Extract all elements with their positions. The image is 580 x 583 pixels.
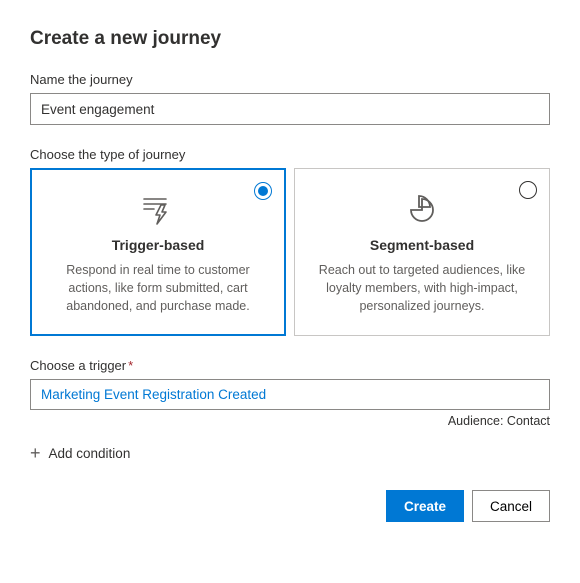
journey-name-input[interactable]	[30, 93, 550, 125]
radio-selected-icon	[254, 182, 272, 200]
audience-label: Audience: Contact	[30, 414, 550, 428]
trigger-field-block: Choose a trigger* Marketing Event Regist…	[30, 358, 550, 428]
journey-type-cards: Trigger-based Respond in real time to cu…	[30, 168, 550, 336]
name-label: Name the journey	[30, 72, 550, 87]
segment-based-card[interactable]: Segment-based Reach out to targeted audi…	[294, 168, 550, 336]
lightning-icon	[49, 193, 267, 227]
pie-chart-icon	[313, 193, 531, 227]
required-asterisk: *	[128, 358, 133, 373]
card-title-trigger: Trigger-based	[49, 237, 267, 253]
add-condition-label: Add condition	[49, 446, 131, 461]
trigger-label: Choose a trigger*	[30, 358, 550, 373]
type-label: Choose the type of journey	[30, 147, 550, 162]
card-desc-trigger: Respond in real time to customer actions…	[49, 261, 267, 315]
cancel-button[interactable]: Cancel	[472, 490, 550, 522]
name-field-block: Name the journey	[30, 72, 550, 125]
page-title: Create a new journey	[30, 28, 550, 50]
footer-buttons: Create Cancel	[30, 490, 550, 522]
card-desc-segment: Reach out to targeted audiences, like lo…	[313, 261, 531, 315]
card-title-segment: Segment-based	[313, 237, 531, 253]
create-button[interactable]: Create	[386, 490, 464, 522]
trigger-based-card[interactable]: Trigger-based Respond in real time to cu…	[30, 168, 286, 336]
trigger-select[interactable]: Marketing Event Registration Created	[30, 379, 550, 410]
plus-icon: +	[30, 444, 41, 462]
radio-unselected-icon	[519, 181, 537, 199]
add-condition-button[interactable]: + Add condition	[30, 444, 130, 462]
